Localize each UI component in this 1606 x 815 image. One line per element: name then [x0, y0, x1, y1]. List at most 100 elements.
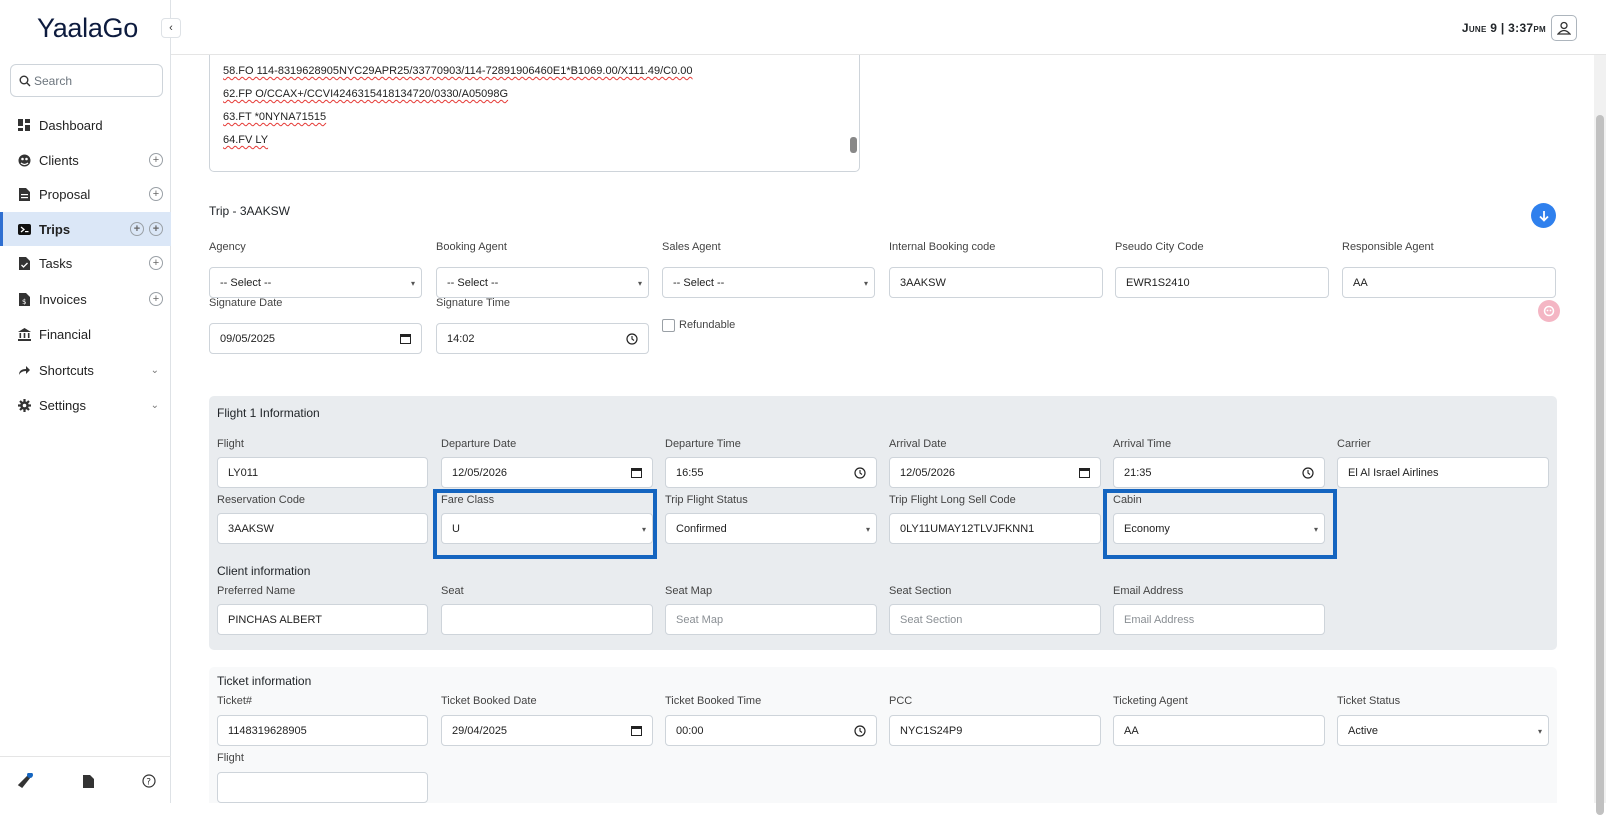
current-datetime: June 9 | 3:37pm: [1461, 21, 1546, 35]
calendar-icon[interactable]: [1079, 467, 1090, 478]
responsible-agent-input[interactable]: AA: [1342, 267, 1556, 298]
caret-icon: ▾: [863, 279, 868, 288]
sidebar-item-label: Financial: [39, 326, 92, 342]
search-input[interactable]: Search: [10, 64, 163, 97]
sidebar-item-dashboard[interactable]: Dashboard: [0, 108, 171, 142]
seat-section-input[interactable]: Seat Section: [889, 604, 1101, 635]
sidebar-item-clients[interactable]: Clients +: [0, 143, 171, 177]
flight-input[interactable]: LY011: [217, 457, 428, 488]
chat-widget-button[interactable]: [1538, 300, 1560, 322]
departure-time-input[interactable]: 16:55: [665, 457, 877, 488]
booking-agent-select[interactable]: -- Select -- ▾: [436, 267, 649, 298]
ticket-status-select[interactable]: Active ▾: [1337, 715, 1549, 746]
add-invoice-icon[interactable]: +: [149, 292, 163, 306]
sidebar-item-shortcuts[interactable]: Shortcuts ⌄: [0, 353, 171, 387]
add-client-icon[interactable]: +: [149, 153, 163, 167]
help-icon[interactable]: ?: [141, 773, 157, 789]
pnr-textarea[interactable]: 58.FO 114-8319628905NYC29APR25/33770903/…: [209, 55, 860, 172]
clock-icon[interactable]: [854, 467, 866, 479]
sidebar-footer: ?: [0, 756, 171, 803]
ticket-booked-date-input[interactable]: 29/04/2025: [441, 715, 653, 746]
sales-agent-select[interactable]: -- Select -- ▾: [662, 267, 875, 298]
seat-input[interactable]: [441, 604, 653, 635]
sidebar-item-label: Clients: [39, 152, 79, 168]
ticket-pcc-input[interactable]: NYC1S24P9: [889, 715, 1101, 746]
ticketing-agent-input[interactable]: AA: [1113, 715, 1325, 746]
sidebar-item-label: Proposal: [39, 186, 91, 202]
reservation-code-input[interactable]: 3AAKSW: [217, 513, 428, 544]
email-label: Email Address: [1113, 585, 1184, 597]
search-icon: [19, 75, 31, 86]
sidebar-item-proposal[interactable]: Proposal +: [0, 177, 171, 211]
clock-icon[interactable]: [854, 725, 866, 737]
ticket-flight-input[interactable]: [217, 772, 428, 803]
calendar-icon[interactable]: [400, 333, 411, 344]
svg-text:?: ?: [146, 778, 151, 788]
add-task-icon[interactable]: +: [149, 256, 163, 270]
ticket-number-label: Ticket#: [217, 695, 253, 707]
add-trip-icon[interactable]: +: [130, 222, 144, 236]
invoices-icon: $: [17, 292, 31, 306]
departure-date-label: Departure Date: [441, 438, 517, 450]
trips-icon: [17, 222, 31, 236]
reservation-code-label: Reservation Code: [217, 494, 306, 506]
caret-icon: ▾: [865, 525, 870, 534]
ticket-booked-time-label: Ticket Booked Time: [665, 695, 762, 707]
internal-code-input[interactable]: 3AAKSW: [889, 267, 1103, 298]
cabin-highlight: [1103, 489, 1337, 559]
ticket-number-input[interactable]: 1148319628905: [217, 715, 428, 746]
sidebar-item-trips[interactable]: Trips + +: [0, 212, 171, 246]
pnr-line: 63.FT *0NYNA71515: [223, 111, 327, 123]
scroll-down-button[interactable]: [1531, 203, 1556, 228]
user-icon: [1557, 21, 1571, 35]
page-scrollbar[interactable]: [1594, 55, 1606, 815]
clock-icon[interactable]: [1302, 467, 1314, 479]
sidebar-item-settings[interactable]: Settings ⌄: [0, 388, 171, 422]
textarea-scrollbar[interactable]: [850, 137, 857, 153]
calendar-icon[interactable]: [631, 467, 642, 478]
arrival-date-input[interactable]: 12/05/2026: [889, 457, 1101, 488]
pnr-line: 58.FO 114-8319628905NYC29APR25/33770903/…: [223, 65, 693, 77]
sidebar-item-invoices[interactable]: $ Invoices +: [0, 282, 171, 316]
flight-status-select[interactable]: Confirmed ▾: [665, 513, 877, 544]
ticket-booked-date-label: Ticket Booked Date: [441, 695, 537, 707]
ticket-booked-time-input[interactable]: 00:00: [665, 715, 877, 746]
seat-map-input[interactable]: Seat Map: [665, 604, 877, 635]
seat-map-label: Seat Map: [665, 585, 713, 597]
sidebar-item-tasks[interactable]: Tasks +: [0, 246, 171, 280]
signature-date-input[interactable]: 09/05/2025: [209, 323, 422, 354]
agency-select[interactable]: -- Select -- ▾: [209, 267, 422, 298]
calendar-icon[interactable]: [631, 725, 642, 736]
pnr-line: 62.FP O/CCAX+/CCVI4246315418134720/0330/…: [223, 88, 509, 100]
preferred-name-input[interactable]: PINCHAS ALBERT: [217, 604, 428, 635]
signature-time-input[interactable]: 14:02: [436, 323, 649, 354]
collapse-sidebar-button[interactable]: ‹: [161, 18, 181, 38]
ticketing-agent-label: Ticketing Agent: [1113, 695, 1188, 707]
email-input[interactable]: Email Address: [1113, 604, 1325, 635]
app-logo[interactable]: YaalaGo: [37, 13, 138, 44]
add-trip-alt-icon[interactable]: +: [149, 222, 163, 236]
carrier-input[interactable]: El Al Israel Airlines: [1337, 457, 1549, 488]
internal-code-label: Internal Booking code: [889, 241, 996, 253]
arrival-time-input[interactable]: 21:35: [1113, 457, 1325, 488]
ticket-section-title: Ticket information: [217, 674, 312, 688]
sell-code-input[interactable]: 0LY11UMAY12TLVJFKNN1: [889, 513, 1101, 544]
sidebar-item-financial[interactable]: Financial: [0, 317, 171, 351]
clock-icon[interactable]: [626, 333, 638, 345]
signature-date-label: Signature Date: [209, 297, 283, 309]
topbar: June 9 | 3:37pm: [171, 0, 1606, 55]
rocket-icon[interactable]: [17, 773, 33, 789]
pcc-input[interactable]: EWR1S2410: [1115, 267, 1329, 298]
user-menu-button[interactable]: [1551, 15, 1577, 41]
sidebar-item-label: Tasks: [39, 255, 73, 271]
document-icon[interactable]: [80, 773, 96, 789]
ticket-status-label: Ticket Status: [1337, 695, 1401, 707]
client-section-title: Client information: [217, 564, 311, 578]
search-placeholder: Search: [34, 73, 73, 88]
chevron-down-icon[interactable]: ⌄: [151, 365, 159, 376]
refundable-checkbox[interactable]: [662, 319, 675, 332]
scrollbar-thumb[interactable]: [1596, 115, 1604, 815]
chevron-down-icon[interactable]: ⌄: [151, 400, 159, 411]
add-proposal-icon[interactable]: +: [149, 187, 163, 201]
departure-date-input[interactable]: 12/05/2026: [441, 457, 653, 488]
